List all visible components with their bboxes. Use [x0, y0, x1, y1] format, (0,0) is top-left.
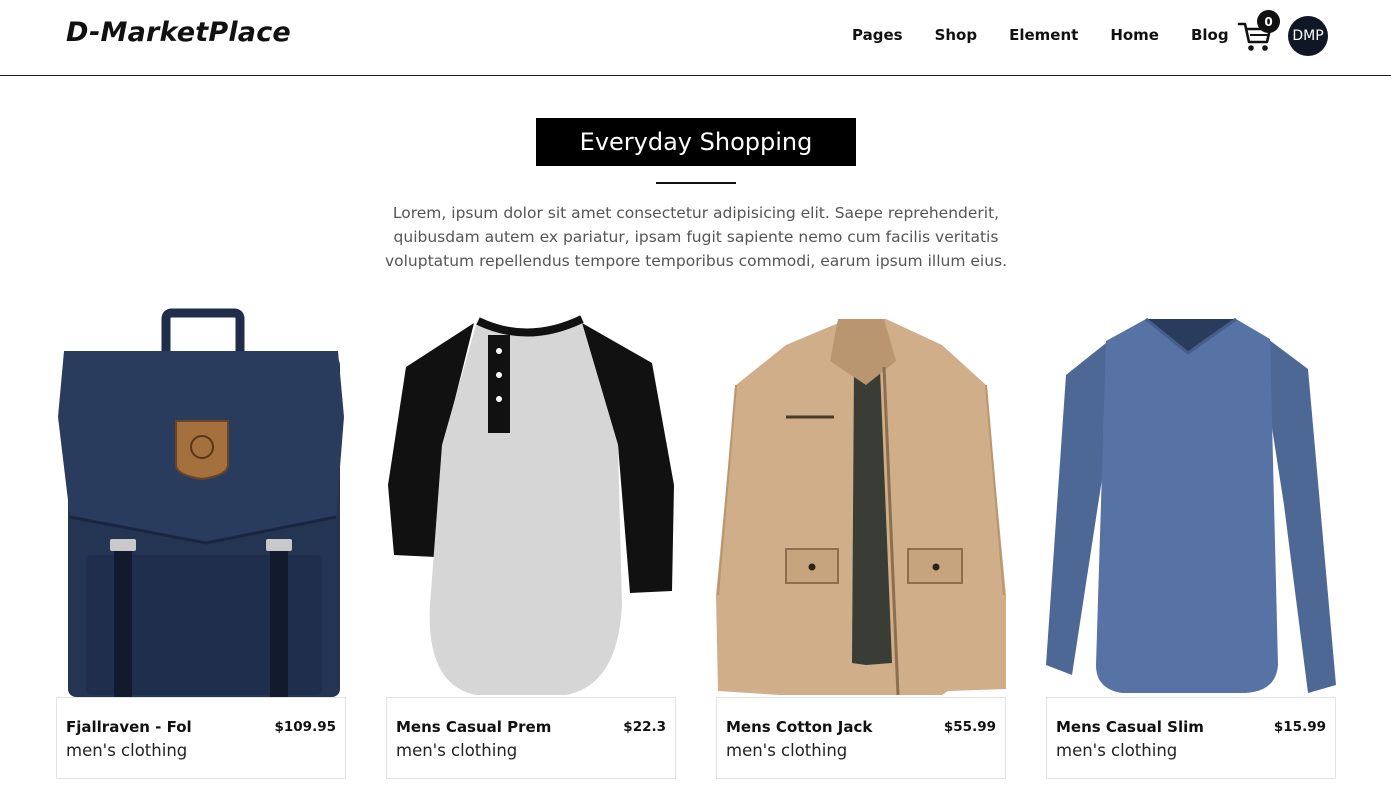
- product-category: men's clothing: [726, 741, 848, 760]
- user-avatar[interactable]: DMP: [1288, 16, 1328, 56]
- product-info: Mens Casual Slim $15.99 men's clothing: [1046, 697, 1336, 779]
- product-name[interactable]: Fjallraven - Fol: [66, 718, 192, 736]
- product-image-long-sleeve-tee[interactable]: [1046, 305, 1336, 697]
- section-title: Everyday Shopping: [536, 118, 856, 166]
- product-info: Mens Casual Prem $22.3 men's clothing: [386, 697, 676, 779]
- product-info: Fjallraven - Fol $109.95 men's clothing: [56, 697, 346, 779]
- product-price: $109.95: [274, 719, 337, 735]
- product-card[interactable]: Mens Casual Slim $15.99 men's clothing: [1046, 305, 1336, 779]
- title-underline: [656, 182, 736, 184]
- section-description: Lorem, ipsum dolor sit amet consectetur …: [384, 204, 1008, 270]
- product-card[interactable]: Mens Casual Prem $22.3 men's clothing: [386, 305, 676, 779]
- product-name[interactable]: Mens Casual Slim: [1056, 718, 1204, 736]
- nav-links: Pages Shop Element Home Blog: [852, 26, 1261, 44]
- product-category: men's clothing: [396, 741, 518, 760]
- nav-link-home[interactable]: Home: [1110, 26, 1159, 44]
- nav-link-pages[interactable]: Pages: [852, 26, 903, 44]
- product-name[interactable]: Mens Casual Prem: [396, 718, 551, 736]
- product-image-raglan-henley[interactable]: [386, 305, 676, 697]
- product-category: men's clothing: [1056, 741, 1178, 760]
- product-info: Mens Cotton Jack $55.99 men's clothing: [716, 697, 1006, 779]
- product-price: $15.99: [1273, 719, 1326, 735]
- product-image-backpack[interactable]: [56, 305, 346, 697]
- cart-count-badge: 0: [1257, 10, 1280, 33]
- product-card[interactable]: Mens Cotton Jack $55.99 men's clothing: [716, 305, 1006, 779]
- product-name[interactable]: Mens Cotton Jack: [726, 718, 872, 736]
- product-price: $22.3: [623, 719, 666, 735]
- product-card[interactable]: Fjallraven - Fol $109.95 men's clothing: [56, 305, 346, 779]
- navbar: D-MarketPlace Pages Shop Element Home Bl…: [0, 0, 1391, 76]
- product-category: men's clothing: [66, 741, 188, 760]
- product-price: $55.99: [943, 719, 996, 735]
- product-image-cotton-jacket[interactable]: [716, 305, 1006, 697]
- brand-logo[interactable]: D-MarketPlace: [66, 17, 291, 48]
- nav-link-blog[interactable]: Blog: [1191, 26, 1229, 44]
- nav-link-shop[interactable]: Shop: [935, 26, 978, 44]
- nav-link-element[interactable]: Element: [1009, 26, 1078, 44]
